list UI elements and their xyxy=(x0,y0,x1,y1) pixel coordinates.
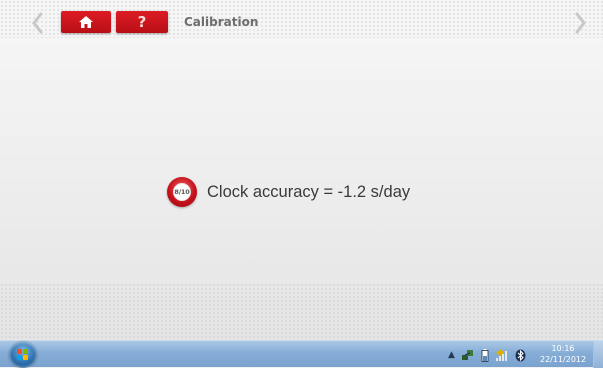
system-tray: ▲ xyxy=(448,346,526,364)
home-button[interactable] xyxy=(61,11,111,33)
back-arrow-button[interactable] xyxy=(27,12,47,36)
help-button[interactable]: ? xyxy=(116,11,168,33)
chevron-left-icon xyxy=(32,12,43,34)
chevron-right-icon xyxy=(575,12,586,34)
windows-taskbar: ▲ 10:16 22/11/2012 xyxy=(0,340,603,368)
clock-date: 22/11/2012 xyxy=(540,355,587,364)
network-icon[interactable] xyxy=(461,349,475,362)
clock-accuracy-text: Clock accuracy = -1.2 s/day xyxy=(207,182,411,201)
signal-icon[interactable] xyxy=(495,349,509,361)
show-desktop-button[interactable] xyxy=(593,341,603,368)
start-button[interactable] xyxy=(9,342,37,368)
result-message: 8/10 Clock accuracy = -1.2 s/day xyxy=(167,175,410,209)
home-icon xyxy=(79,16,93,28)
system-clock[interactable]: 10:16 22/11/2012 xyxy=(540,343,586,365)
bluetooth-icon[interactable] xyxy=(515,349,526,362)
clock-time: 10:16 xyxy=(551,344,575,353)
step-progress-badge: 8/10 xyxy=(167,177,197,207)
show-hidden-icons-arrow[interactable]: ▲ xyxy=(448,350,455,360)
calibration-app: ? Calibration 8/10 Clock accuracy = -1.2… xyxy=(0,0,603,340)
footer-pattern xyxy=(0,283,603,340)
help-button-label: ? xyxy=(137,13,147,31)
battery-icon[interactable] xyxy=(481,348,489,362)
page-title: Calibration xyxy=(184,15,259,29)
windows-start-icon xyxy=(17,349,29,361)
step-counter-label: 8/10 xyxy=(174,188,190,196)
forward-arrow-button[interactable] xyxy=(571,12,591,36)
step-counter: 8/10 xyxy=(173,183,191,201)
